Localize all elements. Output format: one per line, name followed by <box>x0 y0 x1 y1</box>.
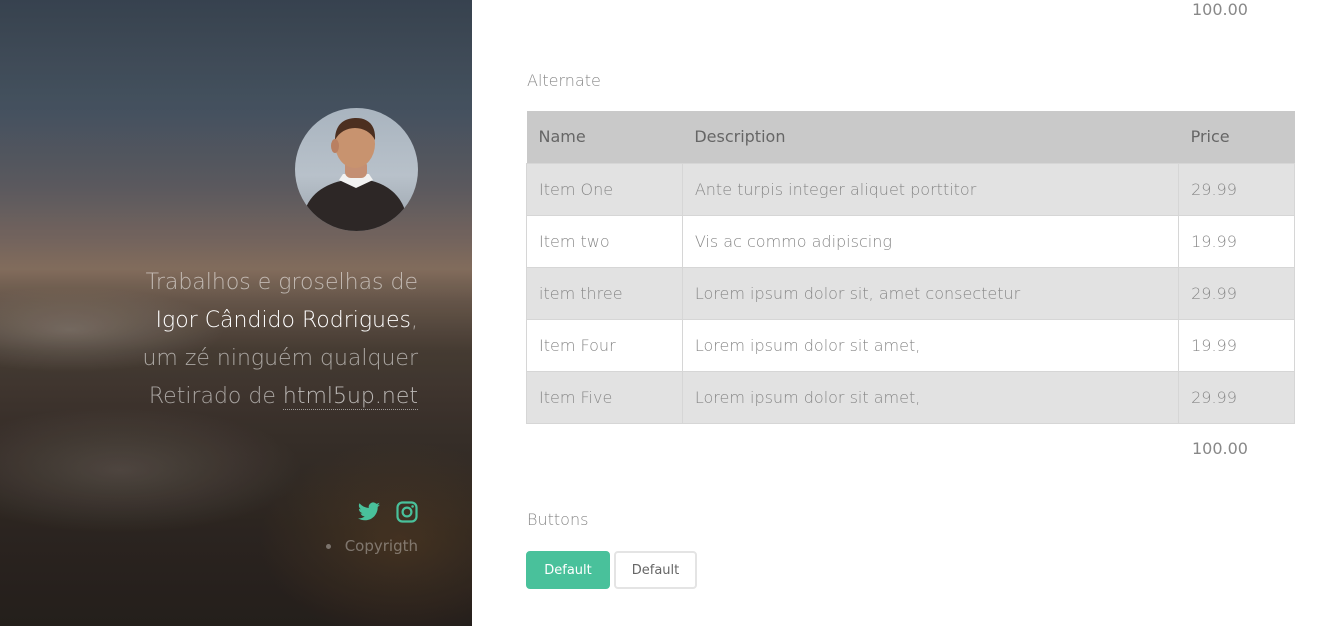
table-row: Item two Vis ac commo adipiscing 19.99 <box>526 214 1295 268</box>
intro-comma: , <box>411 308 418 333</box>
cell-price: 29.99 <box>1178 266 1295 320</box>
intro-line-1: Trabalhos e groselhas de <box>145 270 418 295</box>
retirado-label: Retirado de <box>148 384 276 409</box>
cell-description: Vis ac commo adipiscing <box>681 214 1180 268</box>
header-name: Name <box>526 111 683 163</box>
intro-line-4: Retirado de html5up.net <box>38 378 418 416</box>
avatar-portrait <box>303 118 407 231</box>
table-row: Item One Ante turpis integer aliquet por… <box>526 162 1295 216</box>
table-row: Item Four Lorem ipsum dolor sit amet, 19… <box>526 318 1295 372</box>
twitter-icon[interactable] <box>357 500 381 524</box>
buttons-heading: Buttons <box>527 510 589 529</box>
cell-name: Item Five <box>526 370 683 424</box>
default-button[interactable]: Default <box>614 551 697 589</box>
source-link[interactable]: html5up.net <box>282 384 418 410</box>
intro-line-2: Igor Cândido Rodrigues, <box>38 302 419 340</box>
table-row: item three Lorem ipsum dolor sit, amet c… <box>526 266 1295 320</box>
cell-description: Lorem ipsum dolor sit amet, <box>681 370 1180 424</box>
cell-description: Lorem ipsum dolor sit amet, <box>681 318 1180 372</box>
intro-line-3: um zé ninguém qualquer <box>142 346 418 371</box>
table-row: Item Five Lorem ipsum dolor sit amet, 29… <box>526 370 1295 424</box>
cell-price: 29.99 <box>1178 162 1295 216</box>
header-price: Price <box>1178 111 1295 163</box>
copyright: Copyrigth <box>325 537 418 555</box>
cell-name: Item Four <box>526 318 683 372</box>
cell-name: item three <box>526 266 683 320</box>
table-total: 100.00 <box>1192 439 1248 458</box>
intro-text: Trabalhos e groselhas de Igor Cândido Ro… <box>38 264 418 416</box>
alternate-heading: Alternate <box>527 71 601 90</box>
previous-table-total: 100.00 <box>1192 0 1248 19</box>
avatar <box>295 108 418 231</box>
social-links <box>357 500 419 524</box>
bullet-icon <box>325 543 331 549</box>
cell-price: 19.99 <box>1178 214 1295 268</box>
cell-price: 19.99 <box>1178 318 1295 372</box>
cell-price: 29.99 <box>1178 370 1295 424</box>
cell-description: Ante turpis integer aliquet porttitor <box>681 162 1180 216</box>
copyright-text: Copyrigth <box>344 537 418 555</box>
cell-name: Item One <box>526 162 683 216</box>
instagram-icon[interactable] <box>395 500 419 524</box>
cell-description: Lorem ipsum dolor sit, amet consectetur <box>681 266 1180 320</box>
table-header-row: Name Description Price <box>526 111 1295 163</box>
cell-name: Item two <box>526 214 683 268</box>
hero-panel: Trabalhos e groselhas de Igor Cândido Ro… <box>0 0 472 626</box>
default-primary-button[interactable]: Default <box>526 551 610 589</box>
author-name: Igor Cândido Rodrigues <box>155 308 412 333</box>
header-description: Description <box>682 111 1179 163</box>
alternate-table: Name Description Price Item One Ante tur… <box>526 111 1295 424</box>
